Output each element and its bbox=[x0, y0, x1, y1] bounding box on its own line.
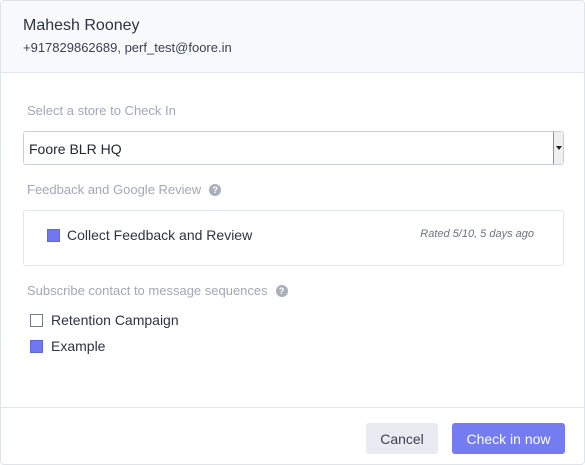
store-select-value: Foore BLR HQ bbox=[29, 141, 122, 157]
feedback-section-label: Feedback and Google Review ? bbox=[27, 182, 222, 197]
feedback-option-label: Collect Feedback and Review bbox=[67, 227, 253, 243]
feedback-label-text: Feedback and Google Review bbox=[27, 182, 202, 197]
sequence-item-label: Example bbox=[51, 338, 106, 354]
sequence-checkbox[interactable] bbox=[30, 313, 43, 327]
sequence-item-label: Retention Campaign bbox=[51, 312, 179, 328]
sequence-checkbox[interactable] bbox=[30, 339, 43, 353]
cancel-button[interactable]: Cancel bbox=[366, 423, 438, 454]
check-in-modal: Mahesh Rooney +917829862689, perf_test@f… bbox=[0, 0, 585, 465]
question-circle-icon[interactable]: ? bbox=[209, 183, 222, 196]
sequence-item-retention-campaign[interactable]: Retention Campaign bbox=[30, 312, 179, 328]
store-label-text: Select a store to Check In bbox=[27, 103, 176, 118]
modal-footer: Cancel Check in now bbox=[1, 407, 584, 464]
store-select[interactable]: Foore BLR HQ bbox=[23, 131, 564, 165]
contact-name: Mahesh Rooney bbox=[23, 17, 140, 34]
sequence-item-example[interactable]: Example bbox=[30, 338, 105, 354]
sequences-label-text: Subscribe contact to message sequences bbox=[27, 283, 268, 298]
sequences-section-label: Subscribe contact to message sequences ? bbox=[27, 283, 288, 298]
question-circle-icon[interactable]: ? bbox=[275, 284, 288, 297]
check-in-now-button[interactable]: Check in now bbox=[452, 423, 565, 454]
modal-header: Mahesh Rooney +917829862689, perf_test@f… bbox=[1, 1, 584, 73]
contact-details: +917829862689, perf_test@foore.in bbox=[23, 40, 232, 55]
feedback-checkbox[interactable] bbox=[47, 229, 60, 242]
store-section-label: Select a store to Check In bbox=[27, 103, 176, 118]
feedback-rating-meta: Rated 5/10, 5 days ago bbox=[420, 228, 534, 240]
feedback-option-card: Collect Feedback and Review Rated 5/10, … bbox=[23, 210, 564, 266]
chevron-down-icon[interactable] bbox=[553, 132, 563, 164]
